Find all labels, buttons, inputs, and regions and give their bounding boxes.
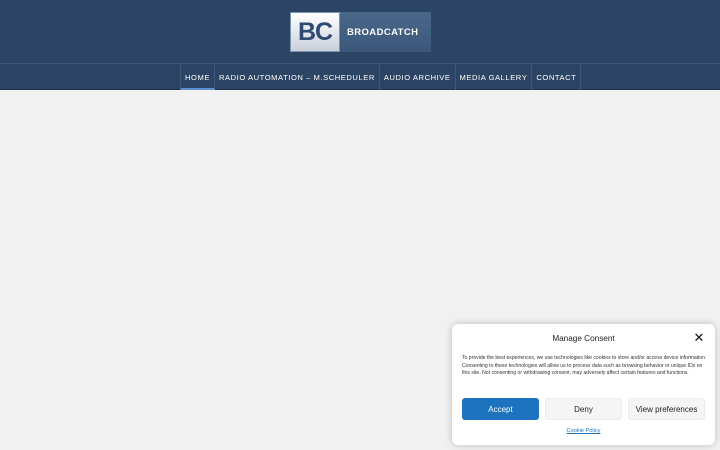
view-preferences-button[interactable]: View preferences (628, 398, 705, 420)
cookie-policy-link[interactable]: Cookie Policy (452, 428, 715, 434)
nav-item-radio-automation[interactable]: RADIO AUTOMATION – M.SCHEDULER (215, 64, 380, 90)
nav-item-contact[interactable]: CONTACT (532, 64, 582, 90)
nav-item-home[interactable]: HOME (180, 64, 215, 90)
consent-dialog: Manage Consent ✕ To provide the best exp… (452, 324, 715, 445)
nav-item-audio-archive[interactable]: AUDIO ARCHIVE (380, 64, 456, 90)
main-navigation: HOME RADIO AUTOMATION – M.SCHEDULER AUDI… (0, 63, 720, 90)
logo-mark: BC (290, 12, 340, 52)
deny-button[interactable]: Deny (545, 398, 622, 420)
consent-message: To provide the best experiences, we use … (462, 355, 707, 377)
logo-text: BROADCATCH (347, 26, 419, 38)
consent-title: Manage Consent (552, 334, 615, 343)
site-logo[interactable]: BC BROADCATCH (290, 12, 431, 52)
logo-mark-text: BC (297, 17, 333, 46)
close-icon[interactable]: ✕ (693, 331, 705, 344)
accept-button[interactable]: Accept (462, 398, 539, 420)
site-header: BC BROADCATCH (0, 0, 720, 63)
nav-item-media-gallery[interactable]: MEDIA GALLERY (456, 64, 533, 90)
